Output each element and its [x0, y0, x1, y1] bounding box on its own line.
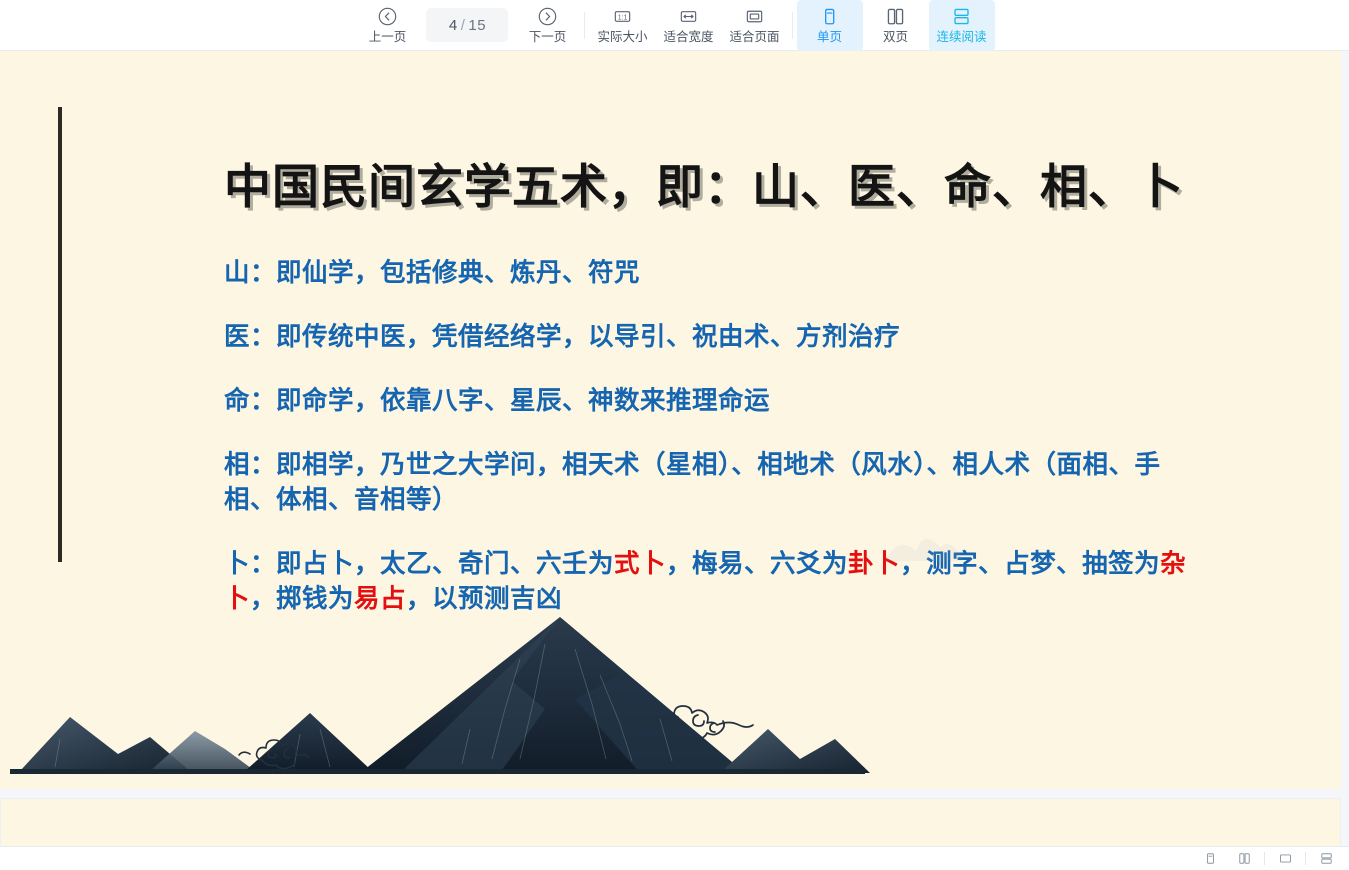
paragraph-xiang: 相：即相学，乃世之大学问，相天术（星相）、相地术（风水）、相人术（面相、手相、体…	[224, 450, 1161, 515]
bu-seg-1: 卜：即占卜，太乙、奇门、六壬为	[224, 549, 615, 579]
prev-page-button[interactable]: 上一页	[354, 0, 420, 51]
fit-page-label: 适合页面	[729, 29, 780, 44]
paragraph-shan: 山：即仙学，包括修典、炼丹、符咒	[224, 258, 641, 288]
paragraph-ming: 命：即命学，依靠八字、星辰、神数来推理命运	[224, 386, 771, 416]
viewer-toolbar: 上一页 4 / 15 下一页 1:1 实际大小 适合宽度 适合页面 单页 双页 …	[0, 0, 1349, 51]
page-scroll-container[interactable]: 中国民间玄学五术，即：山、医、命、相、卜 山：即仙学，包括修典、炼丹、符咒 医：…	[0, 51, 1349, 870]
one-to-one-icon: 1:1	[612, 5, 633, 28]
bu-seg-5: ，以预测吉凶	[406, 584, 563, 614]
fit-page-icon	[744, 5, 765, 28]
chevron-left-circle-icon	[377, 5, 398, 28]
continuous-scroll-icon	[951, 5, 972, 28]
fit-page-button[interactable]: 适合页面	[722, 0, 788, 51]
current-page-value: 4	[448, 16, 458, 34]
svg-text:1:1: 1:1	[618, 14, 628, 21]
page-body: 山：即仙学，包括修典、炼丹、符咒 医：即传统中医，凭借经络学，以导引、祝由术、方…	[224, 256, 1199, 617]
status-fit-page-button[interactable]	[1268, 847, 1302, 870]
double-page-icon	[1238, 853, 1250, 864]
fit-width-label: 适合宽度	[663, 29, 714, 44]
page-number-input[interactable]: 4 / 15	[426, 8, 509, 42]
next-page-button[interactable]: 下一页	[514, 0, 580, 51]
viewer-status-bar	[0, 846, 1349, 870]
page-title: 中国民间玄学五术，即：山、医、命、相、卜	[224, 160, 1184, 215]
status-divider-1	[1264, 852, 1265, 865]
background-cloud-icon	[885, 538, 964, 561]
ink-mountain-artwork	[10, 617, 870, 774]
fit-width-icon	[678, 5, 699, 28]
bu-highlight-yizhan: 易占	[354, 584, 407, 614]
status-single-page-button[interactable]	[1193, 847, 1227, 870]
single-page-label: 单页	[817, 29, 843, 44]
page-separator: /	[460, 16, 466, 34]
continuous-scroll-icon	[1320, 853, 1332, 864]
double-page-button[interactable]: 双页	[863, 0, 929, 51]
next-page-label: 下一页	[528, 29, 567, 44]
actual-size-button[interactable]: 1:1 实际大小	[589, 0, 655, 51]
single-page-button[interactable]: 单页	[796, 0, 863, 51]
continuous-read-label: 连续阅读	[936, 29, 987, 44]
bu-seg-4: ，掷钱为	[250, 584, 355, 614]
bu-seg-2: ，梅易、六爻为	[666, 549, 849, 579]
document-page-4: 中国民间玄学五术，即：山、医、命、相、卜 山：即仙学，包括修典、炼丹、符咒 医：…	[0, 51, 1341, 789]
paragraph-bu: 卜：即占卜，太乙、奇门、六壬为式卜，梅易、六爻为卦卜，测字、占梦、抽签为杂卜，掷…	[224, 547, 1199, 617]
continuous-read-button[interactable]: 连续阅读	[928, 0, 995, 51]
auspicious-cloud-right-icon	[648, 705, 754, 741]
paragraph-yi: 医：即传统中医，凭借经络学，以导引、祝由术、方剂治疗	[224, 322, 901, 352]
auspicious-cloud-left-icon	[238, 739, 309, 770]
toolbar-divider	[584, 11, 586, 39]
double-page-icon	[885, 5, 906, 28]
total-pages-value: 15	[468, 16, 487, 34]
fit-page-icon	[1279, 854, 1291, 863]
left-accent-rule	[58, 107, 62, 562]
status-divider-2	[1305, 852, 1306, 865]
prev-page-label: 上一页	[368, 29, 407, 44]
single-page-icon	[819, 5, 840, 28]
toolbar-divider-2	[791, 11, 793, 39]
fit-width-button[interactable]: 适合宽度	[655, 0, 721, 51]
status-continuous-button[interactable]	[1309, 847, 1343, 870]
pdf-viewer: 上一页 4 / 15 下一页 1:1 实际大小 适合宽度 适合页面 单页 双页 …	[0, 0, 1349, 870]
chevron-right-circle-icon	[537, 5, 558, 28]
double-page-label: 双页	[883, 29, 909, 44]
bu-highlight-shibu: 式卜	[614, 549, 667, 579]
status-double-page-button[interactable]	[1227, 847, 1261, 870]
single-page-icon	[1206, 853, 1214, 864]
actual-size-label: 实际大小	[597, 29, 648, 44]
